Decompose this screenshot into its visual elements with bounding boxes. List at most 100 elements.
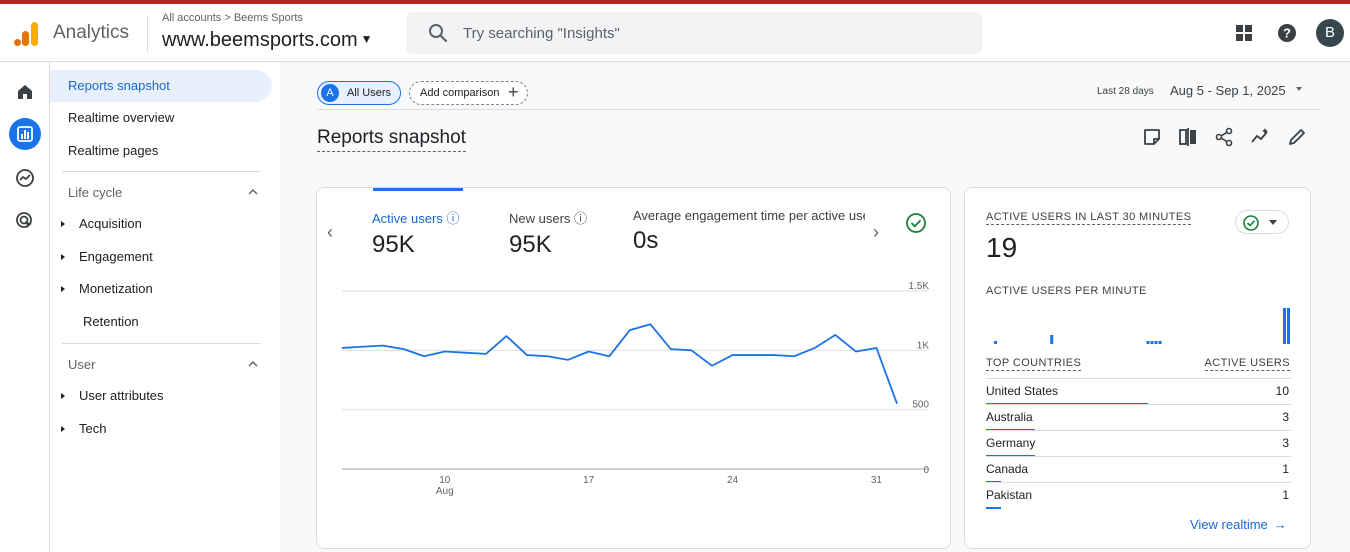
x-tick-sublabel: Aug bbox=[436, 486, 454, 497]
search-box[interactable] bbox=[406, 12, 982, 54]
rail-reports-button[interactable] bbox=[9, 118, 41, 150]
realtime-value: 19 bbox=[986, 232, 1018, 263]
nav-item-label: Acquisition bbox=[79, 216, 142, 231]
nav-item-tech[interactable]: Tech bbox=[61, 416, 106, 442]
home-icon bbox=[18, 85, 32, 99]
nav-section-life-cycle[interactable]: Life cycle bbox=[68, 185, 122, 200]
nav-item-label: Engagement bbox=[79, 249, 153, 264]
caret-down-icon: ▼ bbox=[360, 32, 373, 46]
nav-item-realtime-overview[interactable]: Realtime overview bbox=[50, 102, 272, 134]
property-name: www.beemsports.com bbox=[162, 29, 358, 51]
view-realtime-link[interactable]: View realtime → bbox=[1190, 517, 1287, 532]
explore-icon bbox=[16, 169, 34, 187]
analytics-logo[interactable] bbox=[13, 21, 39, 47]
country-name: Germany bbox=[986, 436, 1036, 450]
nav-item-engagement[interactable]: Engagement bbox=[61, 244, 153, 270]
breadcrumb[interactable]: All accounts > Beems Sports bbox=[162, 12, 303, 24]
date-range-selector[interactable]: Aug 5 - Sep 1, 2025 bbox=[1170, 83, 1286, 98]
insights-icon[interactable] bbox=[1250, 127, 1270, 147]
country-count: 1 bbox=[1282, 488, 1289, 502]
chevron-up-icon[interactable] bbox=[248, 188, 258, 196]
compare-columns-icon[interactable] bbox=[1178, 127, 1198, 147]
nav-item-retention[interactable]: Retention bbox=[83, 309, 139, 335]
rail-advertising-button[interactable] bbox=[9, 205, 41, 237]
realtime-card: ACTIVE USERS IN LAST 30 MINUTES 19 ACTIV… bbox=[964, 187, 1311, 549]
search-input[interactable] bbox=[463, 12, 963, 54]
add-comparison-button[interactable]: Add comparison + bbox=[409, 81, 528, 105]
top-bar: Analytics All accounts > Beems Sports ww… bbox=[0, 4, 1350, 62]
country-count: 1 bbox=[1282, 462, 1289, 476]
selected-metric-indicator bbox=[373, 188, 463, 191]
per-minute-bar bbox=[1146, 341, 1150, 344]
nav-panel: Reports snapshot Realtime overview Realt… bbox=[50, 62, 280, 552]
caret-down-icon bbox=[1269, 220, 1277, 225]
search-icon bbox=[429, 24, 448, 43]
divider bbox=[147, 16, 148, 52]
realtime-status-dropdown[interactable] bbox=[1235, 210, 1289, 234]
table-row[interactable]: United States 10 bbox=[986, 378, 1291, 405]
metric-avg-engagement[interactable]: Average engagement time per active user … bbox=[633, 208, 865, 255]
nav-divider bbox=[62, 171, 261, 172]
y-tick-label: 1.5K bbox=[908, 281, 929, 292]
avatar[interactable]: B bbox=[1316, 19, 1344, 47]
metric-new-users[interactable]: New users ⓘ 95K bbox=[509, 208, 587, 259]
nav-section-user[interactable]: User bbox=[68, 357, 95, 372]
x-tick-label: 10 bbox=[439, 475, 451, 486]
metric-label: New users ⓘ bbox=[509, 211, 588, 226]
check-circle-icon[interactable] bbox=[905, 212, 927, 234]
advertising-icon bbox=[16, 212, 32, 228]
expand-arrow-icon bbox=[61, 254, 65, 260]
nav-item-label: Tech bbox=[79, 421, 107, 436]
country-count: 3 bbox=[1282, 410, 1289, 424]
countries-table: United States 10 Australia 3 Germany 3 Canada 1… bbox=[986, 378, 1291, 509]
per-minute-bar bbox=[1286, 308, 1290, 344]
active-users-line-chart: 1.5K 1K 500 0 10Aug 17 24 31 bbox=[341, 281, 930, 497]
segment-label: All Users bbox=[347, 87, 392, 99]
x-tick-label: 31 bbox=[871, 475, 883, 486]
x-tick-label: 24 bbox=[727, 475, 739, 486]
svg-text:?: ? bbox=[1283, 26, 1291, 41]
y-tick-label: 1K bbox=[917, 340, 930, 351]
arrow-right-icon: → bbox=[1273, 517, 1287, 532]
realtime-per-minute-label: ACTIVE USERS PER MINUTE bbox=[986, 285, 1147, 297]
expand-arrow-icon bbox=[61, 286, 65, 292]
col-header-active-users: ACTIVE USERS bbox=[1204, 357, 1290, 371]
apps-grid-icon[interactable] bbox=[1233, 22, 1255, 44]
table-row[interactable]: Canada 1 bbox=[986, 456, 1291, 483]
per-minute-bar bbox=[1050, 335, 1054, 344]
segment-chip-all-users[interactable]: A All Users bbox=[317, 81, 401, 105]
y-tick-label: 500 bbox=[912, 400, 929, 411]
share-icon[interactable] bbox=[1214, 127, 1234, 147]
chevron-up-icon[interactable] bbox=[248, 360, 258, 368]
metric-value: 95K bbox=[509, 231, 552, 258]
nav-item-label: Monetization bbox=[79, 281, 153, 296]
date-preset-label: Last 28 days bbox=[1097, 86, 1154, 97]
table-row[interactable]: Germany 3 bbox=[986, 430, 1291, 457]
nav-item-acquisition[interactable]: Acquisition bbox=[61, 211, 142, 237]
nav-item-reports-snapshot[interactable]: Reports snapshot bbox=[50, 70, 272, 102]
edit-note-icon[interactable] bbox=[1142, 127, 1162, 147]
chevron-left-icon[interactable]: ‹ bbox=[327, 222, 333, 243]
property-selector[interactable]: www.beemsports.com ▼ bbox=[162, 29, 373, 52]
metric-active-users[interactable]: Active users ⓘ 95K bbox=[372, 208, 459, 259]
nav-item-user-attributes[interactable]: User attributes bbox=[61, 383, 164, 409]
per-minute-bar bbox=[1154, 341, 1158, 344]
series-line[interactable] bbox=[341, 323, 898, 405]
caret-down-icon[interactable] bbox=[1296, 87, 1302, 91]
country-name: United States bbox=[986, 384, 1059, 398]
table-row[interactable]: Australia 3 bbox=[986, 404, 1291, 431]
nav-item-monetization[interactable]: Monetization bbox=[61, 276, 153, 302]
segment-badge: A bbox=[321, 84, 339, 102]
col-header-countries: TOP COUNTRIES bbox=[986, 357, 1082, 371]
chevron-right-icon[interactable]: › bbox=[873, 222, 879, 243]
rail-home-button[interactable] bbox=[9, 76, 41, 108]
rail-explore-button[interactable] bbox=[9, 162, 41, 194]
per-minute-bar bbox=[1282, 308, 1286, 344]
help-icon[interactable]: ? bbox=[1276, 22, 1298, 44]
pencil-icon[interactable] bbox=[1287, 127, 1307, 147]
nav-item-realtime-pages[interactable]: Realtime pages bbox=[50, 135, 272, 167]
add-comparison-label: Add comparison bbox=[420, 87, 500, 99]
country-count: 3 bbox=[1282, 436, 1289, 450]
help-outline-icon: ⓘ bbox=[446, 211, 460, 226]
table-row[interactable]: Pakistan 1 bbox=[986, 482, 1291, 509]
